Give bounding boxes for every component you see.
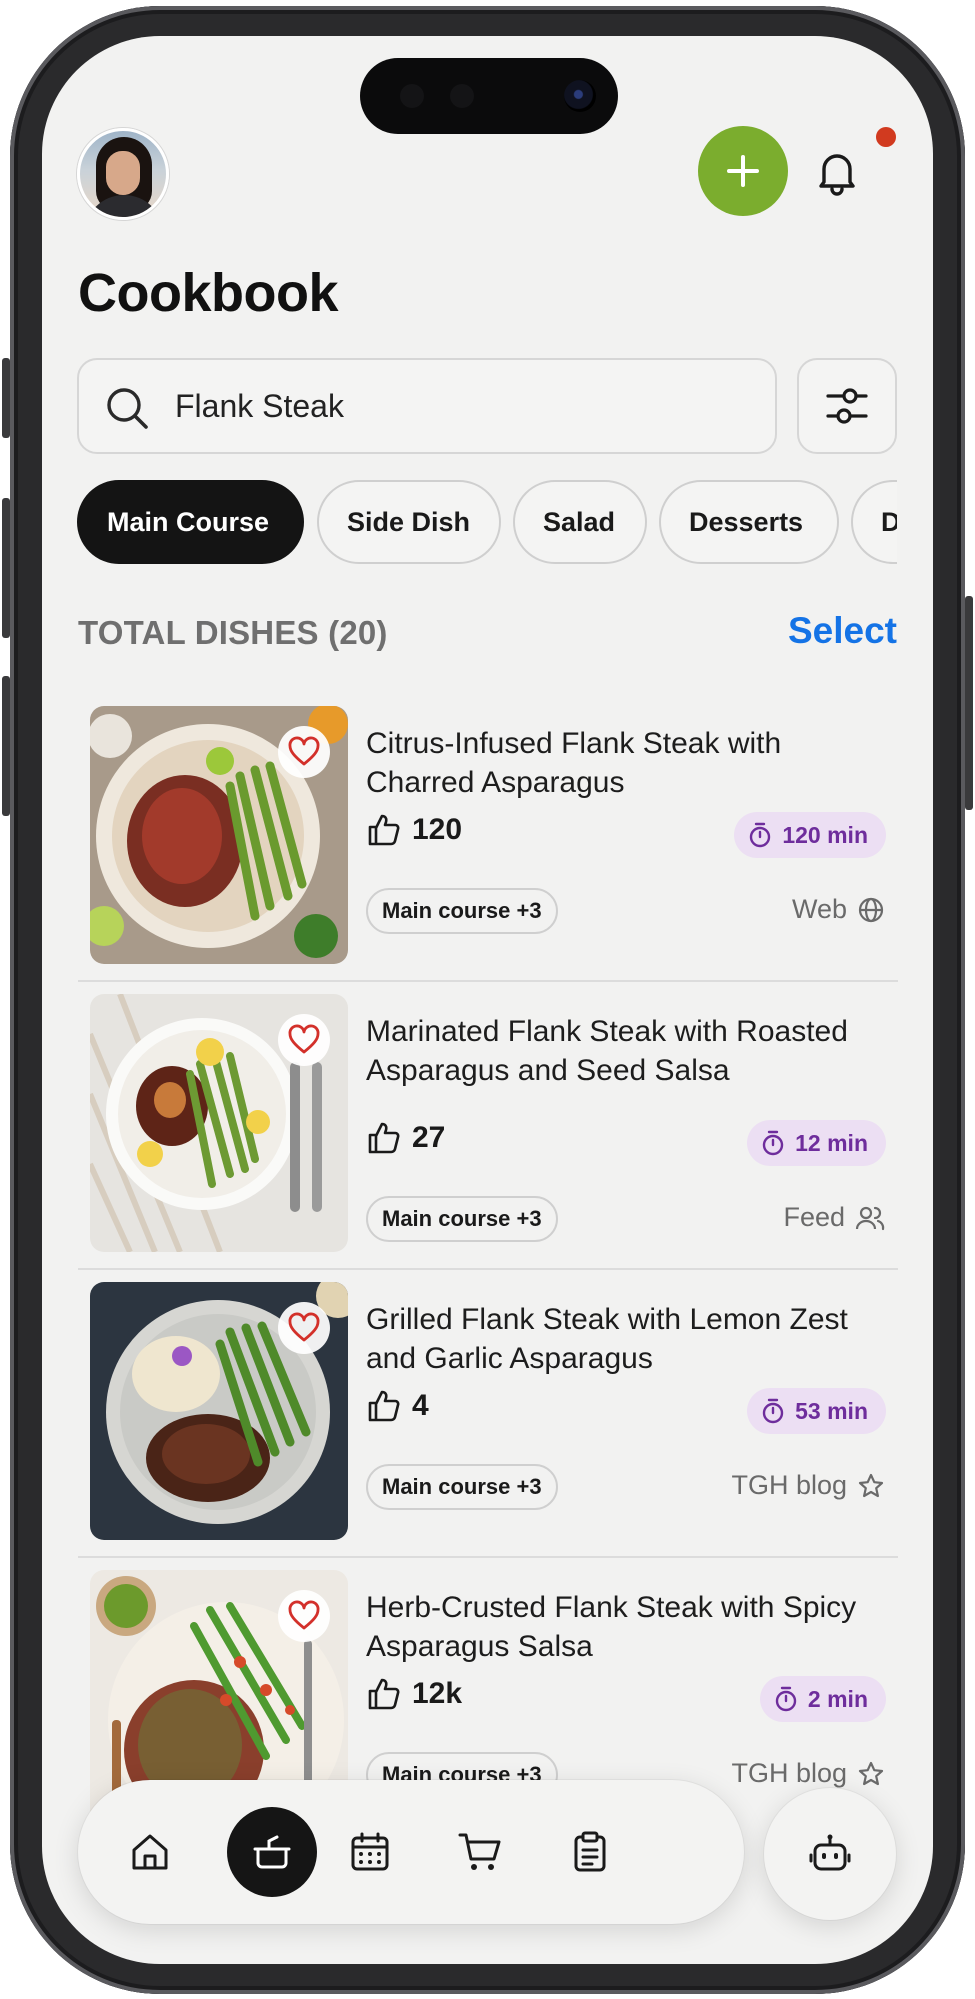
robot-icon — [809, 1834, 851, 1871]
timer-icon — [775, 1686, 797, 1712]
chip-desserts[interactable]: Desserts — [659, 480, 839, 564]
chip-side-dish[interactable]: Side Dish — [317, 480, 501, 564]
plus-icon — [727, 155, 759, 187]
cart-icon — [458, 1833, 501, 1870]
select-button[interactable]: Select — [788, 610, 897, 652]
thumbs-up-icon — [368, 814, 400, 846]
nav-planner[interactable] — [334, 1816, 406, 1888]
dish-source: Feed — [783, 1202, 885, 1233]
like-count: 120 — [412, 813, 463, 846]
nav-home[interactable] — [114, 1816, 186, 1888]
heart-icon — [288, 1312, 320, 1342]
favorite-button[interactable] — [278, 1302, 330, 1354]
avatar[interactable] — [77, 128, 169, 220]
cook-time: 12 min — [795, 1129, 868, 1156]
heart-icon — [288, 1600, 320, 1630]
favorite-button[interactable] — [278, 1590, 330, 1642]
cook-time-badge: 12 min — [747, 1120, 886, 1166]
sliders-icon — [826, 388, 868, 424]
globe-icon — [858, 897, 884, 922]
divider — [78, 1268, 898, 1270]
nav-cart[interactable] — [444, 1816, 516, 1888]
app-screen: Cookbook Main Course Side Dish Salad Des… — [42, 36, 933, 1964]
page-title: Cookbook — [78, 263, 339, 323]
like-button[interactable]: 12k — [366, 1676, 462, 1712]
divider — [78, 980, 898, 982]
cook-time-badge: 53 min — [747, 1388, 886, 1434]
dish-name[interactable]: Citrus-Infused Flank Steak with Charred … — [366, 724, 886, 802]
search-input[interactable] — [175, 382, 755, 430]
dish-source: Web — [792, 894, 885, 925]
dish-name[interactable]: Herb-Crusted Flank Steak with Spicy Aspa… — [366, 1588, 886, 1666]
cook-time: 2 min — [807, 1685, 868, 1712]
source-label: Web — [791, 894, 847, 924]
thumbs-up-icon — [368, 1122, 400, 1154]
like-button[interactable]: 4 — [366, 1388, 429, 1424]
power-button — [965, 596, 973, 810]
like-count: 27 — [412, 1121, 446, 1154]
like-button[interactable]: 27 — [366, 1120, 445, 1156]
favorite-button[interactable] — [278, 726, 330, 778]
heart-icon — [288, 1024, 320, 1054]
thumbs-up-icon — [368, 1678, 400, 1710]
cook-time: 53 min — [795, 1397, 868, 1424]
category-tag[interactable]: Main course +3 — [366, 888, 558, 934]
dish-name[interactable]: Grilled Flank Steak with Lemon Zest and … — [366, 1300, 886, 1378]
heart-icon — [288, 736, 320, 766]
divider — [78, 1556, 898, 1558]
timer-icon — [762, 1130, 784, 1156]
chip-drinks[interactable]: Drinks — [851, 480, 897, 564]
total-dishes-label: TOTAL DISHES (20) — [78, 614, 388, 651]
chip-salad[interactable]: Salad — [513, 480, 647, 564]
add-recipe-button[interactable] — [698, 126, 788, 216]
filter-button[interactable] — [797, 358, 897, 454]
pot-icon — [253, 1835, 291, 1869]
cook-time-badge: 120 min — [734, 812, 886, 858]
dish-name[interactable]: Marinated Flank Steak with Roasted Aspar… — [366, 1012, 886, 1090]
home-icon — [132, 1834, 168, 1870]
category-tag[interactable]: Main course +3 — [366, 1196, 558, 1242]
source-label: Feed — [783, 1202, 845, 1232]
like-button[interactable]: 120 — [366, 812, 462, 848]
cook-time: 120 min — [782, 821, 868, 848]
timer-icon — [750, 822, 771, 848]
search-icon — [107, 388, 148, 429]
bell-icon[interactable] — [810, 144, 864, 198]
cook-time-badge: 2 min — [759, 1676, 886, 1722]
favorite-button[interactable] — [278, 1014, 330, 1066]
dish-source: TGH blog — [731, 1758, 885, 1789]
category-chips: Main Course Side Dish Salad Desserts Dri… — [77, 480, 897, 564]
volume-up-button — [2, 498, 10, 638]
volume-down-button — [2, 676, 10, 816]
category-tag[interactable]: Main course +3 — [366, 1464, 558, 1510]
assistant-button[interactable] — [764, 1788, 896, 1920]
chip-main-course[interactable]: Main Course — [77, 480, 304, 564]
thumbs-up-icon — [368, 1390, 400, 1422]
nav-cookbook[interactable] — [227, 1807, 317, 1897]
source-label: TGH blog — [731, 1758, 847, 1788]
like-count: 12k — [412, 1677, 463, 1710]
like-count: 4 — [412, 1389, 429, 1422]
search-box[interactable] — [77, 358, 777, 454]
timer-icon — [762, 1398, 784, 1424]
action-button — [2, 358, 10, 438]
nav-lists[interactable] — [554, 1816, 626, 1888]
source-label: TGH blog — [731, 1470, 847, 1500]
notification-badge — [873, 124, 899, 150]
star-icon — [858, 1473, 884, 1497]
clipboard-icon — [574, 1831, 606, 1872]
dish-source: TGH blog — [731, 1470, 885, 1501]
dynamic-island — [360, 58, 618, 134]
calendar-icon — [351, 1832, 389, 1871]
users-icon — [855, 1206, 885, 1230]
bottom-nav — [78, 1780, 744, 1924]
star-icon — [858, 1761, 884, 1785]
